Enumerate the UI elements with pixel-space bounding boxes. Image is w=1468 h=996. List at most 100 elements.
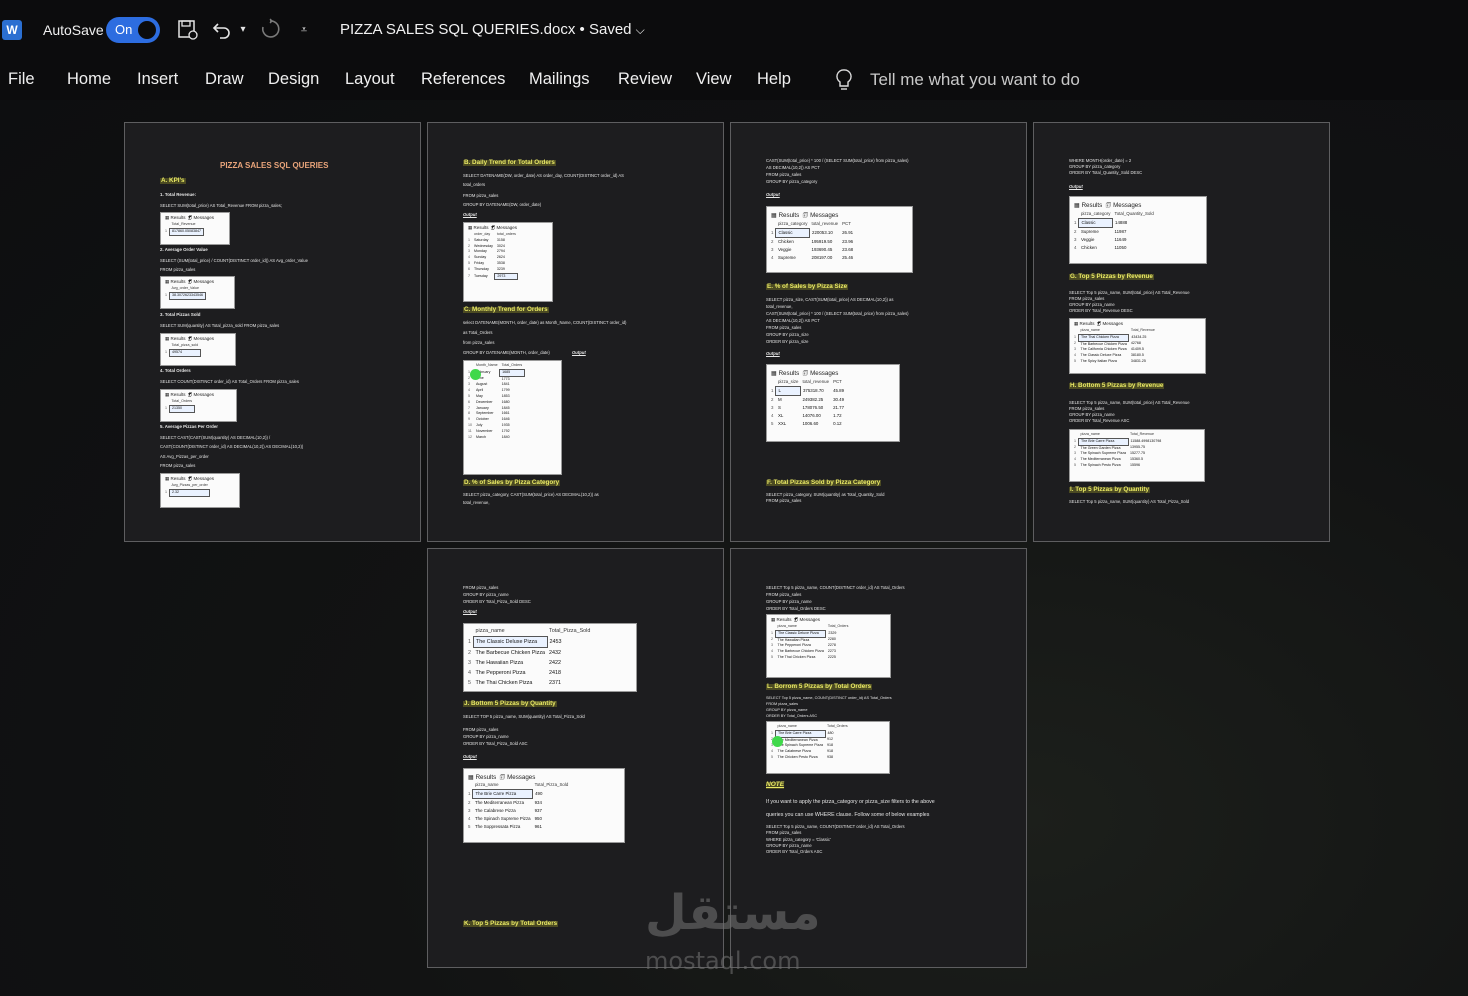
watermark-latin: mostaql.com [645,947,801,975]
undo-dropdown-icon[interactable]: ▾ [236,18,250,42]
sql-code: select DATENAME(MONTH, order_date) as Mo… [463,320,627,325]
sql-code: ORDER BY Total_Revenue DESC [1069,308,1133,313]
bottom-revenue-table: pizza_name Total_Revenue 1 The Brie Carre … [1074,432,1162,467]
sql-code: total_revenue, [463,500,490,505]
document-page-1[interactable]: PIZZA SALES SQL QUERIES A. KPI’s 1. Tota… [124,122,421,542]
results-tabs: ▦ Results 🗊 Messages [468,225,517,230]
sql-code: CAST(SUM(total_price) * 100 / (SELECT SU… [766,158,909,163]
results-panel: ▦ Results 🗊 Messages pizza_name Total_Rev… [1069,318,1206,374]
results-table: Avg_order_Value 1 38.3072623343546 [163,286,206,300]
sql-code: FROM pizza_sales [766,172,802,177]
tab-layout[interactable]: Layout [345,70,395,89]
section-heading: A. KPI’s [160,177,186,185]
output-label: Output [766,192,780,197]
sql-code: SELECT pizza_category, CAST(SUM(total_pr… [463,492,599,497]
sql-code: SELECT pizza_size, CAST(SUM(total_price)… [766,297,894,302]
sql-code: GROUP BY DATENAME(MONTH, order_date) [463,350,550,355]
redo-icon[interactable] [257,18,283,42]
tab-file[interactable]: File [8,70,35,89]
tab-insert[interactable]: Insert [137,70,178,89]
output-label: Output [463,754,477,759]
document-title[interactable]: PIZZA SALES SQL QUERIES.docx • Saved ⌵ [340,21,645,38]
sql-code: SELECT TOP 5 pizza_name, SUM(quantity) A… [463,714,585,719]
sql-code: FROM pizza_sales [160,463,196,468]
sql-code: ORDER BY Total_Pizza_Sold ASC [463,741,528,746]
sql-code: SELECT DATENAME(DW, order_date) AS order… [463,173,624,178]
sql-code: WHERE MONTH(order_date) = 2 [1069,158,1132,163]
sql-code: WHERE pizza_category = 'Classic' [766,837,831,842]
save-icon[interactable] [174,18,200,42]
chevron-down-icon: ⌵ [635,23,645,37]
tab-help[interactable]: Help [757,70,791,89]
sql-code: SELECT SUM(total_price) AS Total_Revenue… [160,203,283,208]
sql-code: GROUP BY pizza_name [463,734,509,739]
query-label: 4. Total Orders [160,368,191,373]
document-page-2[interactable]: B. Daily Trend for Total Orders SELECT D… [427,122,724,542]
output-label: Output [463,212,477,217]
sql-code: FROM pizza_sales [160,267,196,272]
tab-draw[interactable]: Draw [205,70,244,89]
tab-mailings[interactable]: Mailings [529,70,590,89]
size-sales-table: pizza_size total_revenue PCT 1 L 375318.70 45… [771,379,845,426]
query-label: 2. Average Order Value [160,247,208,252]
results-panel: pizza_name Total_Orders 1 The Brie Carre P… [766,721,890,774]
sql-code: CAST(COUNT(DISTINCT order_id) AS DECIMAL… [160,444,304,449]
results-tabs: ▦ Results 🗊 Messages [1074,321,1123,326]
results-tabs: ▦ Results 🗊 Messages [771,617,820,622]
sql-code: ORDER BY Total_Revenue ASC [1069,418,1130,423]
document-page-3[interactable]: CAST(SUM(total_price) * 100 / (SELECT SU… [730,122,1027,542]
section-heading: C. Monthly Trend for Orders [463,306,549,314]
autosave-label: AutoSave [43,22,104,38]
sql-code: GROUP BY pizza_name [1069,302,1115,307]
results-table: Total_Orders 1 21350 [163,399,195,413]
results-tabs: ▦ Results 🗊 Messages [165,279,214,284]
sql-code: GROUP BY pizza_name [766,599,812,604]
watermark-arabic: مستقل [645,885,821,941]
autosave-state: On [115,22,133,37]
sql-code: GROUP BY pizza_name [766,843,812,848]
doc-heading: PIZZA SALES SQL QUERIES [220,161,329,170]
section-heading: F. Total Pizzas Sold by Pizza Category [766,479,882,487]
undo-icon[interactable] [209,18,235,42]
section-heading: L. Borrom 5 Pizzas by Total Orders [766,683,873,691]
toggle-knob [138,21,156,39]
tab-view[interactable]: View [696,70,731,89]
sql-code: SELECT COUNT(DISTINCT order_id) AS Total… [160,379,299,384]
results-panel: ▦ Results 🗊 Messages Total_pizza_sold 14… [160,333,236,366]
document-page-4[interactable]: WHERE MONTH(order_date) = 2 GROUP BY piz… [1033,122,1330,542]
tab-references[interactable]: References [421,70,505,89]
tab-home[interactable]: Home [67,70,111,89]
sql-code: from pizza_sales [463,340,495,345]
sql-code: ORDER BY Total_Orders ASC [766,849,823,854]
section-heading: D. % of Sales by Pizza Category [463,479,561,487]
word-app-icon: W [2,20,22,40]
customize-toolbar-icon[interactable]: ⩡ [296,18,312,42]
sql-code: GROUP BY pizza_category [1069,164,1121,169]
sql-code: as Total_Orders [463,330,493,335]
lightbulb-icon[interactable] [835,68,853,92]
results-panel: ▦ Results 🗊 Messages pizza_category total… [766,206,913,273]
tab-review[interactable]: Review [618,70,672,89]
note-text: If you want to apply the pizza_category … [766,799,935,805]
tab-design[interactable]: Design [268,70,319,89]
document-status: • Saved [579,21,632,38]
note-heading: NOTE [766,781,785,789]
tell-me-search[interactable]: Tell me what you want to do [870,70,1080,90]
section-heading: J. Bottom 5 Pizzas by Quantity [463,700,557,708]
sql-code: FROM pizza_sales [766,702,799,706]
results-panel: ▦ Results 🗊 Messages Avg_Pizzas_per_orde… [160,473,240,508]
section-heading: I. Top 5 Pizzas by Quantity [1069,486,1150,494]
sql-code: CAST(SUM(total_price) * 100 / (SELECT SU… [766,311,909,316]
sql-code: SELECT Top 5 pizza_name, SUM(total_price… [1069,400,1190,405]
sql-code: FROM pizza_sales [1069,406,1105,411]
results-tabs: ▦ Results 🗊 Messages [165,336,214,341]
results-panel: ▦ Results 🗊 Messages pizza_size total_rev… [766,364,900,442]
autosave-toggle[interactable]: On [106,17,160,43]
sql-code: FROM pizza_sales [463,585,499,590]
sql-code: FROM pizza_sales [1069,296,1105,301]
sql-code: FROM pizza_sales [766,830,802,835]
sql-code: FROM pizza_sales [766,498,802,503]
sql-code: GROUP BY pizza_name [463,592,509,597]
section-heading: K. Top 5 Pizzas by Total Orders [463,920,559,928]
sql-code: SELECT Top 5 pizza_name, COUNT(DISTINCT … [766,824,905,829]
